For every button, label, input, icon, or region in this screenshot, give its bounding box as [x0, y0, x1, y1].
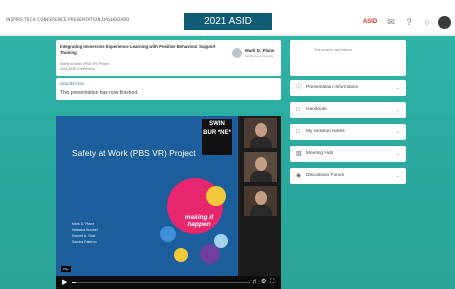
slide-tagline: making it happen [184, 214, 214, 228]
participant-face [255, 123, 267, 137]
participant-video [244, 186, 277, 216]
slide-author: Sandra Paterno [72, 240, 97, 244]
panel-handouts[interactable]: □ Handouts ⌄ [290, 102, 406, 118]
progress-fill [72, 282, 76, 283]
speaker[interactable]: Mark D. Plane Swinburne University [232, 48, 275, 58]
participant-video [244, 152, 277, 182]
video-player[interactable]: Safety at Work (PBS VR) Project Mark D. … [56, 116, 281, 289]
info-icon: ⓘ [296, 85, 303, 91]
video-controls: ▶ ♬ ⚙ ⛶ [56, 276, 281, 289]
gear-icon[interactable]: ⚙ [261, 279, 266, 285]
panel-label: Meeting Hub [306, 151, 334, 156]
decorative-circle [174, 248, 188, 262]
volume-icon[interactable]: ♬ [252, 279, 258, 285]
swinburne-logo: SWIN BUR *NE* [202, 119, 232, 155]
chevron-down-icon: ⌄ [395, 151, 400, 157]
panel-discussion-forum[interactable]: ◉ Discussion Forum ⌄ [290, 168, 406, 184]
chat-icon[interactable]: ✉ [384, 15, 398, 29]
top-icons: ASID ✉ ? ○ [360, 14, 451, 30]
decorative-circle [206, 186, 226, 206]
chevron-down-icon: ⌄ [395, 107, 400, 113]
progress-bar[interactable] [72, 282, 250, 283]
main-area: Integrating Immersive Experience Learnin… [0, 36, 455, 289]
decorative-circle [160, 226, 176, 242]
meeting-icon: ▧ [296, 151, 302, 157]
notifications-icon[interactable]: ○ [420, 15, 434, 29]
chevron-down-icon: ⌄ [395, 85, 400, 91]
conference-title: 2021 ASID Conference [184, 13, 272, 44]
slide-authors: Mark D. Plane Natasha Stockel Rachel A. … [72, 221, 98, 245]
speaker-avatar [232, 48, 242, 58]
participant-face [255, 191, 267, 205]
participant-face [255, 157, 267, 171]
description-heading: DESCRIPTION [60, 82, 84, 86]
speaker-role: Swinburne University [245, 54, 274, 58]
participant-body [250, 205, 272, 216]
document-icon: □ [296, 107, 300, 113]
description-text: This presentation has now finished. [60, 90, 139, 96]
notes-icon: □ [296, 129, 300, 135]
session-meta-line: 2021 ASID Conference [60, 67, 95, 71]
speaker-name: Mark D. Plane [245, 48, 275, 53]
session-status-text: This session has finished [314, 48, 352, 52]
participant-body [250, 171, 272, 182]
avatar[interactable] [438, 15, 451, 29]
play-icon[interactable]: ▶ [62, 279, 67, 286]
panel-session-notes[interactable]: □ My Session Notes ⌄ [290, 124, 406, 140]
panel-meeting-hub[interactable]: ▧ Meeting Hub ⌄ [290, 146, 406, 162]
panel-label: Presentation Information [306, 85, 359, 90]
slide-title: Safety at Work (PBS VR) Project [72, 148, 196, 158]
participant-body [250, 137, 272, 148]
panel-label: Discussion Forum [306, 173, 345, 178]
participant-video [244, 118, 277, 148]
help-icon[interactable]: ? [402, 15, 416, 29]
top-bar: INSPIRE-TECH CONFERENCE PRESENTATION DAS… [0, 0, 455, 44]
panel-label: My Session Notes [306, 129, 345, 134]
session-status-card: This session has finished [290, 40, 406, 76]
play-tooltip: Play [61, 266, 71, 272]
panel-presentation-information[interactable]: ⓘ Presentation Information ⌄ [290, 80, 406, 96]
chat-icon: ◉ [296, 173, 302, 179]
asid-logo[interactable]: ASID [360, 15, 380, 29]
session-meta: Safety at Work (PBS VR) Project 2021 ASI… [60, 62, 109, 72]
panel-label: Handouts [306, 107, 327, 112]
app-title: INSPIRE-TECH CONFERENCE PRESENTATION DAS… [6, 17, 130, 22]
decorative-circle [214, 234, 228, 248]
session-title: Integrating Immersive Experience Learnin… [60, 44, 216, 55]
presentation-slide: Safety at Work (PBS VR) Project Mark D. … [56, 116, 238, 276]
fullscreen-icon[interactable]: ⛶ [270, 279, 274, 285]
description-card: DESCRIPTION This presentation has now fi… [56, 78, 281, 100]
participant-panel [240, 116, 281, 276]
chevron-down-icon: ⌄ [395, 129, 400, 135]
chevron-down-icon: ⌄ [395, 173, 400, 179]
session-card: Integrating Immersive Experience Learnin… [56, 40, 281, 76]
